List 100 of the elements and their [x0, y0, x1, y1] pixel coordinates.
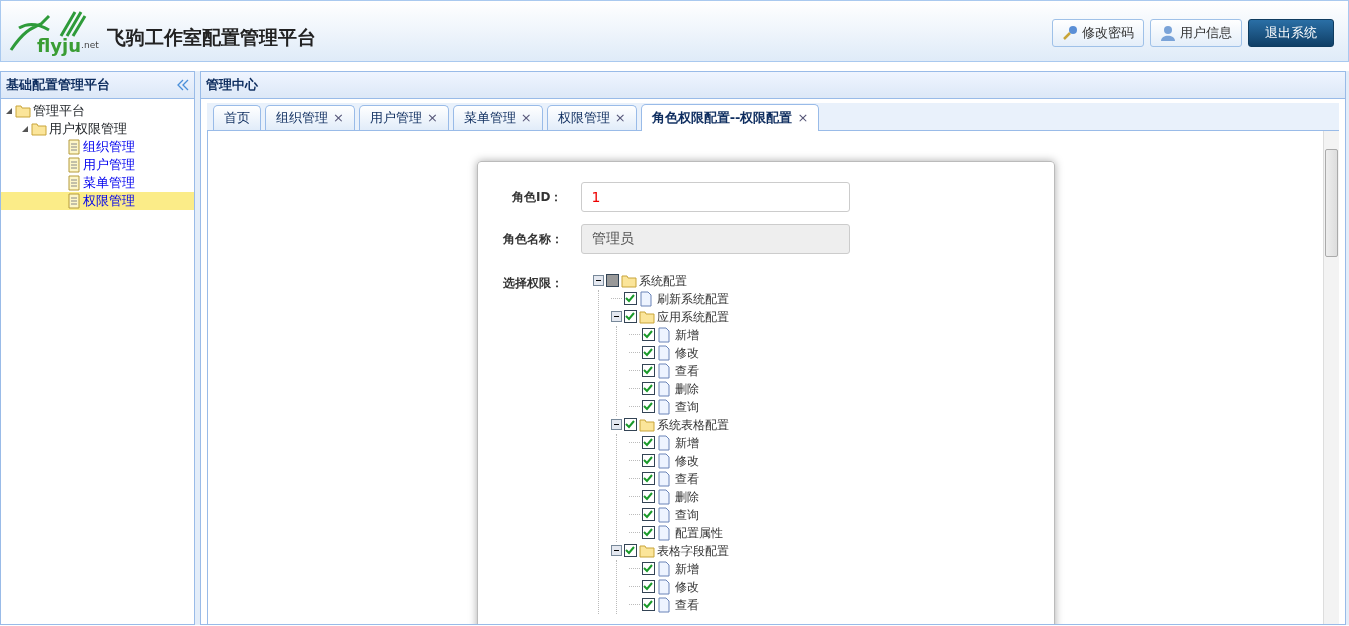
- tree-item[interactable]: 用户管理: [1, 156, 194, 174]
- tab[interactable]: 角色权限配置--权限配置 ×: [640, 104, 820, 131]
- page-icon: [656, 399, 673, 415]
- tab[interactable]: 权限管理 ×: [546, 105, 637, 130]
- collapse-toggle-icon[interactable]: [592, 275, 604, 287]
- field-label: 角色ID：: [511, 189, 563, 206]
- tree-item[interactable]: 组织管理: [1, 138, 194, 156]
- tree-label[interactable]: 表格字段配置: [656, 543, 729, 559]
- tab[interactable]: 首页: [213, 105, 261, 130]
- folder-icon: [31, 121, 47, 137]
- tree-label[interactable]: 查看: [674, 363, 699, 379]
- tree-item[interactable]: 菜单管理: [1, 174, 194, 192]
- checkbox[interactable]: [641, 598, 655, 612]
- document-icon: [67, 193, 81, 209]
- scroll-thumb[interactable]: [1325, 149, 1338, 257]
- tree-label[interactable]: 删除: [674, 381, 699, 397]
- expanded-arrow-icon[interactable]: [21, 125, 29, 133]
- checkbox[interactable]: [641, 346, 655, 360]
- tree-item[interactable]: 用户权限管理: [1, 120, 194, 138]
- checkbox[interactable]: [641, 382, 655, 396]
- checkbox[interactable]: [641, 562, 655, 576]
- tree-label[interactable]: 查看: [674, 471, 699, 487]
- checkbox[interactable]: [641, 580, 655, 594]
- page-icon: [656, 489, 673, 505]
- tab-close-icon[interactable]: ×: [333, 108, 344, 128]
- tab[interactable]: 用户管理 ×: [358, 105, 449, 130]
- tree-label[interactable]: 修改: [674, 579, 699, 595]
- document-icon: [67, 175, 81, 191]
- document-icon: [67, 157, 81, 173]
- folder-icon: [620, 273, 637, 289]
- logo-text: flyju: [37, 37, 82, 55]
- tree-label[interactable]: 修改: [674, 345, 699, 361]
- page-icon: [656, 327, 673, 343]
- page-icon: [656, 597, 673, 613]
- header-button[interactable]: 退出系统: [1248, 18, 1334, 47]
- tab-close-icon[interactable]: ×: [797, 108, 809, 128]
- header-button[interactable]: 修改密码: [1052, 18, 1144, 47]
- page-icon: [656, 381, 673, 397]
- checkbox[interactable]: [641, 454, 655, 468]
- checkbox[interactable]: [641, 526, 655, 540]
- tree-label[interactable]: 新增: [674, 327, 699, 343]
- collapse-toggle-icon[interactable]: [610, 311, 622, 323]
- tab-close-icon[interactable]: ×: [520, 108, 532, 128]
- page-icon: [656, 579, 673, 595]
- page-icon: [656, 525, 673, 541]
- tree-label[interactable]: 刷新系统配置: [656, 291, 729, 307]
- page-icon: [656, 345, 673, 361]
- tab-close-icon[interactable]: ×: [426, 108, 438, 128]
- logo-suffix: .net: [81, 39, 99, 53]
- checkbox[interactable]: [605, 274, 619, 288]
- collapse-toggle-icon[interactable]: [610, 419, 622, 431]
- collapse-icon[interactable]: [177, 79, 189, 91]
- scrollbar[interactable]: [1323, 131, 1339, 624]
- tree-label[interactable]: 系统配置: [638, 273, 687, 289]
- page-icon: [656, 453, 673, 469]
- tab-close-icon[interactable]: ×: [614, 108, 626, 128]
- page-icon: [656, 561, 673, 577]
- field-label: 选择权限：: [501, 275, 563, 292]
- tree-item[interactable]: 管理平台: [1, 102, 194, 120]
- checkbox[interactable]: [641, 328, 655, 342]
- tree-label[interactable]: 系统表格配置: [656, 417, 729, 433]
- folder-icon: [638, 543, 655, 559]
- collapse-toggle-icon[interactable]: [610, 545, 622, 557]
- tree-label[interactable]: 查看: [674, 597, 699, 613]
- checkbox[interactable]: [641, 472, 655, 486]
- sidebar-title: 基础配置管理平台: [6, 76, 110, 95]
- checkbox[interactable]: [623, 544, 637, 558]
- user-icon: [1160, 24, 1176, 41]
- checkbox[interactable]: [641, 436, 655, 450]
- checkbox[interactable]: [623, 292, 637, 306]
- field-label: 角色名称：: [501, 231, 563, 248]
- checkbox[interactable]: [641, 508, 655, 522]
- checkbox[interactable]: [623, 418, 637, 432]
- tree-label[interactable]: 修改: [674, 453, 699, 469]
- key-icon: [1062, 24, 1078, 41]
- tree-label[interactable]: 新增: [674, 435, 699, 451]
- app-title: 飞驹工作室配置管理平台: [106, 24, 316, 50]
- page-icon: [656, 435, 673, 451]
- tree-item[interactable]: 权限管理: [1, 192, 194, 210]
- tab[interactable]: 组织管理 ×: [265, 105, 355, 130]
- folder-icon: [638, 417, 655, 433]
- tree-label[interactable]: 配置属性: [674, 525, 723, 541]
- page-icon: [656, 471, 673, 487]
- tree-label[interactable]: 新增: [674, 561, 699, 577]
- tree-label[interactable]: 删除: [674, 489, 699, 505]
- checkbox[interactable]: [623, 310, 637, 324]
- folder-icon: [638, 309, 655, 325]
- tree-label[interactable]: 查询: [674, 507, 699, 523]
- checkbox[interactable]: [641, 364, 655, 378]
- expanded-arrow-icon[interactable]: [5, 107, 13, 115]
- page-icon: [656, 363, 673, 379]
- tree-label[interactable]: 应用系统配置: [656, 309, 729, 325]
- checkbox[interactable]: [641, 400, 655, 414]
- checkbox[interactable]: [641, 490, 655, 504]
- header-button[interactable]: 用户信息: [1150, 18, 1242, 47]
- role-id-field[interactable]: 1: [580, 182, 850, 212]
- page-icon: [656, 507, 673, 523]
- tab[interactable]: 菜单管理 ×: [452, 105, 543, 130]
- folder-icon: [15, 103, 31, 119]
- tree-label[interactable]: 查询: [674, 399, 699, 415]
